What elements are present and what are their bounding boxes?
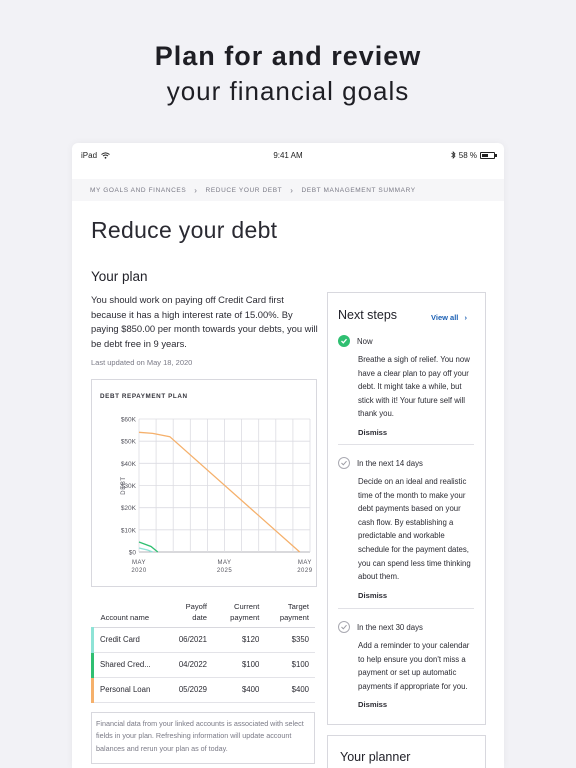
chevron-right-icon: › [194, 185, 198, 195]
x-tick-label: 2020 [131, 568, 147, 574]
dismiss-button[interactable]: Dismiss [358, 428, 474, 437]
target-payment: $100 [265, 652, 315, 678]
table-row[interactable]: Personal Loan 05/2029 $400 $400 [91, 677, 315, 703]
current-payment: $400 [213, 677, 266, 703]
status-right: 58 % [450, 150, 497, 160]
current-payment: $120 [213, 627, 266, 653]
status-time: 9:41 AM [273, 150, 303, 160]
y-tick-label: $10K [121, 527, 137, 534]
col-account-name[interactable]: Account name [92, 591, 173, 628]
hero-line-1: Plan for and review [154, 41, 422, 71]
payoff-date: 04/2022 [172, 652, 213, 678]
hero-heading: Plan for and review your financial goals [0, 40, 576, 108]
x-tick-label: MAY [132, 560, 146, 566]
debt-table: Account name Payoff date Current payment… [91, 591, 315, 703]
y-axis-label: DEBT [121, 476, 127, 494]
device-screen: iPad 9:41 AM 58 % MY GOALS AND FINANCES … [72, 143, 504, 768]
account-name: Credit Card [91, 627, 173, 653]
device-label: iPad [81, 150, 98, 160]
current-payment: $100 [213, 652, 266, 678]
plan-description: You should work on paying off Credit Car… [91, 294, 318, 349]
breadcrumb-reduce-debt[interactable]: REDUCE YOUR DEBT [206, 187, 283, 194]
y-tick-label: $60K [121, 417, 137, 424]
y-tick-label: $20K [121, 505, 137, 512]
series-line [138, 547, 153, 553]
data-disclaimer: Financial data from your linked accounts… [91, 712, 315, 764]
x-tick-label: 2025 [217, 568, 233, 574]
y-tick-label: $40K [121, 461, 137, 468]
step-header: Now [338, 335, 474, 347]
target-payment: $400 [265, 677, 315, 703]
breadcrumb-my-goals[interactable]: MY GOALS AND FINANCES [90, 187, 186, 194]
battery-icon [480, 151, 497, 159]
step-title: Now [357, 336, 373, 346]
debt-repayment-chart: DEBT REPAYMENT PLAN $60K $50K $40K $30K $20K… [91, 379, 317, 587]
col-payoff-date[interactable]: Payoff date [172, 591, 213, 628]
battery-fill [482, 153, 488, 157]
next-steps-panel: Next steps View all › Now Breathe a sigh… [327, 292, 486, 725]
step-body: Add a reminder to your calendar to help … [358, 641, 470, 691]
chevron-right-icon: › [290, 185, 294, 195]
table-header-row: Account name Payoff date Current payment… [92, 591, 315, 628]
last-updated: Last updated on May 18, 2020 [91, 358, 193, 367]
next-steps-heading: Next steps [338, 308, 398, 322]
table-row[interactable]: Credit Card 06/2021 $120 $350 [91, 627, 315, 653]
planner-heading: Your planner [340, 750, 411, 764]
step-title: In the next 14 days [357, 458, 423, 468]
col-current-payment[interactable]: Current payment [213, 591, 266, 628]
x-tick-label: 2029 [297, 568, 313, 574]
next-step-item: In the next 14 days Decide on an ideal a… [338, 457, 474, 600]
target-payment: $350 [265, 627, 315, 653]
payoff-date: 05/2029 [172, 677, 213, 703]
chevron-right-icon: › [464, 313, 467, 322]
y-tick-label: $0 [129, 550, 137, 557]
divider [338, 608, 474, 609]
col-target-payment[interactable]: Target payment [265, 591, 315, 628]
breadcrumb-debt-summary: DEBT MANAGEMENT SUMMARY [301, 186, 416, 194]
planner-panel: Your planner [327, 735, 486, 768]
bluetooth-icon [450, 151, 456, 159]
divider [338, 444, 474, 445]
table-row[interactable]: Shared Cred... 04/2022 $100 $100 [91, 652, 315, 678]
step-body: Decide on an ideal and realistic time of… [358, 477, 471, 582]
battery-percent: 58 % [458, 150, 477, 160]
breadcrumb: MY GOALS AND FINANCES › REDUCE YOUR DEBT… [72, 179, 504, 201]
chart-canvas: $60K$50K$40K$30K$20K$10K$0DEBTMAY2020MAY… [121, 417, 313, 575]
step-title: In the next 30 days [357, 622, 423, 632]
view-all-label: View all [431, 313, 459, 322]
x-tick-label: MAY [217, 560, 231, 566]
page-title: Reduce your debt [91, 217, 278, 243]
check-circle-outline-icon[interactable] [338, 621, 350, 633]
status-left: iPad [81, 151, 110, 160]
next-step-item: Now Breathe a sigh of relief. You now ha… [338, 335, 474, 437]
step-body: Breathe a sigh of relief. You now have a… [358, 355, 470, 419]
wifi-icon [101, 151, 110, 159]
account-name: Personal Loan [91, 677, 173, 703]
dismiss-button[interactable]: Dismiss [358, 591, 474, 600]
check-circle-icon [338, 335, 350, 347]
check-circle-outline-icon[interactable] [338, 457, 350, 469]
x-tick-label: MAY [298, 560, 312, 566]
account-name: Shared Cred... [91, 652, 173, 678]
y-tick-label: $50K [121, 439, 137, 446]
hero-line-2: your financial goals [166, 76, 410, 106]
next-step-item: In the next 30 days Add a reminder to yo… [338, 621, 474, 709]
step-header: In the next 14 days [338, 457, 474, 469]
payoff-date: 06/2021 [172, 627, 213, 653]
dismiss-button[interactable]: Dismiss [358, 700, 474, 709]
view-all-link[interactable]: View all › [431, 313, 467, 322]
plan-heading: Your plan [91, 269, 148, 284]
status-bar: iPad 9:41 AM 58 % [72, 143, 504, 167]
step-header: In the next 30 days [338, 621, 474, 633]
